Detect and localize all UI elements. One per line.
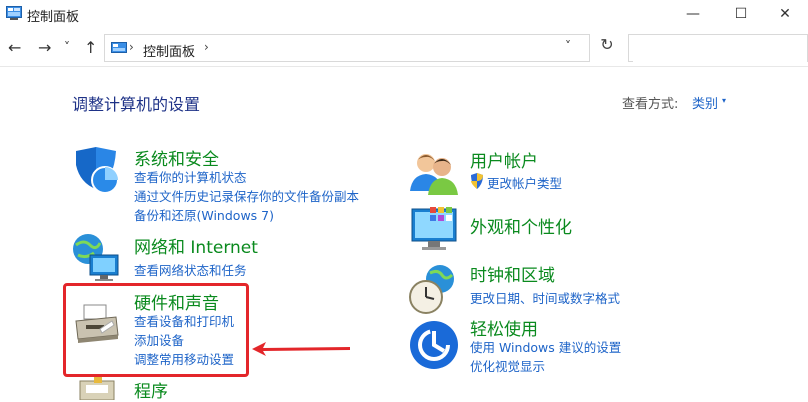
users-icon[interactable]	[408, 147, 460, 199]
link-optimize-display[interactable]: 优化视觉显示	[470, 356, 545, 375]
back-button[interactable]: ←	[8, 38, 21, 57]
forward-button[interactable]: →	[38, 38, 51, 57]
category-clock-region[interactable]: 时钟和区域	[470, 261, 555, 286]
main-content: 调整计算机的设置 查看方式: 类别 ▾ 系统和安全 查看你的计算机状态 通过文件…	[0, 67, 808, 402]
up-button[interactable]: ↑	[84, 38, 97, 57]
search-box[interactable]	[628, 34, 808, 62]
link-backup-restore[interactable]: 备份和还原(Windows 7)	[134, 205, 274, 224]
link-mobility-settings[interactable]: 调整常用移动设置	[134, 349, 234, 368]
chevron-down-icon[interactable]: ▾	[722, 96, 726, 105]
maximize-button[interactable]: ☐	[718, 0, 764, 28]
link-devices-printers[interactable]: 查看设备和打印机	[134, 311, 234, 330]
link-recommended-settings[interactable]: 使用 Windows 建议的设置	[470, 337, 621, 356]
link-view-computer-status[interactable]: 查看你的计算机状态	[134, 167, 247, 186]
clock-globe-icon[interactable]	[408, 263, 460, 315]
window-title: 控制面板	[27, 10, 80, 25]
programs-icon[interactable]	[72, 375, 124, 400]
link-file-history-backup[interactable]: 通过文件历史记录保存你的文件备份副本	[134, 186, 359, 205]
monitor-palette-icon[interactable]	[408, 203, 460, 255]
category-network-internet[interactable]: 网络和 Internet	[134, 233, 258, 258]
link-network-status[interactable]: 查看网络状态和任务	[134, 260, 247, 279]
refresh-button[interactable]: ↻	[596, 35, 618, 59]
breadcrumb-separator[interactable]: ›	[204, 40, 209, 54]
navigation-bar: ← → ˅ ↑ › 控制面板 › ˅ ↻	[0, 30, 808, 67]
breadcrumb-control-panel[interactable]: 控制面板	[143, 41, 195, 60]
address-history-dropdown[interactable]: ˅	[565, 39, 571, 53]
minimize-button[interactable]: —	[670, 0, 716, 28]
network-globe-icon[interactable]	[70, 231, 122, 283]
link-change-account-type[interactable]: 更改帐户类型	[487, 173, 562, 192]
view-by-label: 查看方式:	[622, 97, 679, 112]
link-date-time-format[interactable]: 更改日期、时间或数字格式	[470, 288, 620, 307]
category-programs[interactable]: 程序	[134, 377, 168, 402]
address-box[interactable]: › 控制面板 › ˅	[104, 34, 590, 62]
red-arrow-icon	[252, 342, 350, 356]
link-add-device[interactable]: 添加设备	[134, 330, 184, 349]
shield-icon[interactable]	[72, 145, 124, 197]
page-title: 调整计算机的设置	[72, 95, 201, 114]
category-appearance-personalization[interactable]: 外观和个性化	[470, 213, 572, 238]
title-bar: 控制面板 — ☐ ✕	[0, 0, 808, 28]
recent-locations-button[interactable]: ˅	[64, 40, 70, 54]
ease-of-access-icon[interactable]	[408, 319, 460, 371]
close-button[interactable]: ✕	[762, 0, 808, 28]
search-input[interactable]	[633, 36, 807, 62]
control-panel-icon	[111, 42, 127, 53]
control-panel-icon	[6, 6, 22, 20]
category-user-accounts[interactable]: 用户帐户	[470, 147, 538, 172]
printer-icon[interactable]	[70, 299, 122, 351]
view-by-dropdown[interactable]: 类别	[692, 93, 718, 112]
breadcrumb-separator: ›	[129, 40, 134, 54]
uac-shield-icon	[471, 173, 483, 189]
